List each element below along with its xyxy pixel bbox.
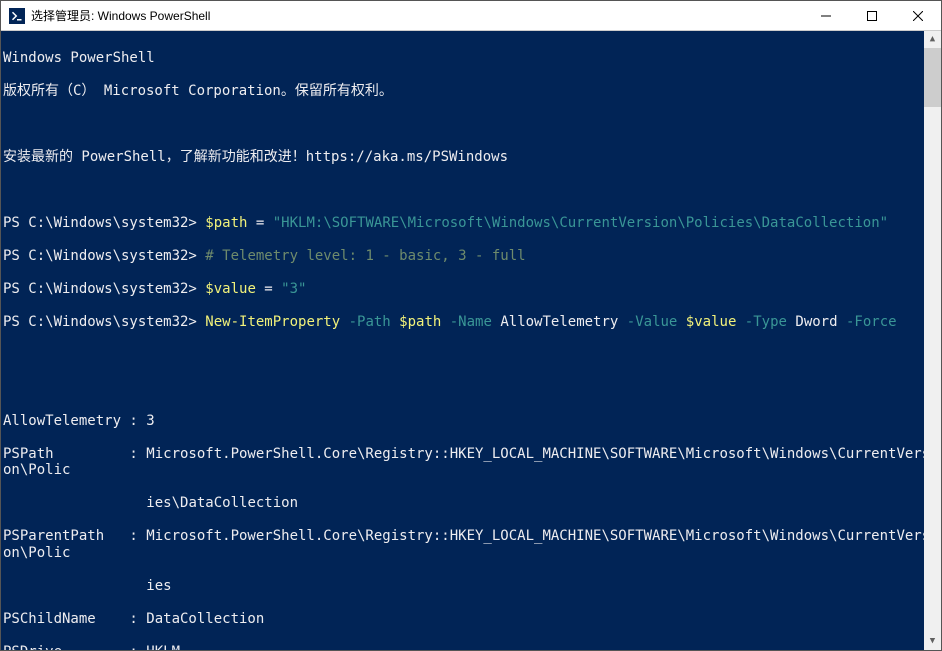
- param-token: -Path: [340, 314, 399, 330]
- header-line: 版权所有（C） Microsoft Corporation。保留所有权利。: [3, 83, 939, 100]
- var-token: $value: [205, 281, 256, 297]
- op-token: =: [247, 215, 272, 231]
- output-line: PSParentPath : Microsoft.PowerShell.Core…: [3, 528, 939, 561]
- scroll-track[interactable]: [924, 48, 941, 633]
- header-line: 安装最新的 PowerShell，了解新功能和改进！https://aka.ms…: [3, 149, 939, 166]
- output-line: ies\DataCollection: [3, 495, 939, 512]
- prompt: PS C:\Windows\system32>: [3, 281, 205, 297]
- scroll-down-icon[interactable]: ▼: [924, 633, 941, 650]
- scrollbar[interactable]: ▲ ▼: [924, 31, 941, 650]
- string-token: "3": [281, 281, 306, 297]
- value-token: Dword: [795, 314, 837, 330]
- var-token: $path: [205, 215, 247, 231]
- header-line: Windows PowerShell: [3, 50, 939, 67]
- string-token: "HKLM:\SOFTWARE\Microsoft\Windows\Curren…: [273, 215, 888, 231]
- output-line: PSDrive : HKLM: [3, 644, 939, 651]
- param-token: -Force: [838, 314, 897, 330]
- command-line: PS C:\Windows\system32> # Telemetry leve…: [3, 248, 939, 265]
- param-token: -Value: [618, 314, 685, 330]
- output-line: PSPath : Microsoft.PowerShell.Core\Regis…: [3, 446, 939, 479]
- cmdlet-token: New-ItemProperty: [205, 314, 340, 330]
- output-line: AllowTelemetry : 3: [3, 413, 939, 430]
- prompt: PS C:\Windows\system32>: [3, 248, 205, 264]
- minimize-button[interactable]: [803, 1, 849, 31]
- prompt: PS C:\Windows\system32>: [3, 314, 205, 330]
- blank-line: [3, 182, 939, 199]
- command-line: PS C:\Windows\system32> $value = "3": [3, 281, 939, 298]
- powershell-icon: [9, 8, 25, 24]
- comment-token: # Telemetry level: 1 - basic, 3 - full: [205, 248, 525, 264]
- blank-line: [3, 116, 939, 133]
- var-token: $path: [399, 314, 441, 330]
- scroll-thumb[interactable]: [924, 48, 941, 107]
- var-token: $value: [686, 314, 737, 330]
- output-line: PSChildName : DataCollection: [3, 611, 939, 628]
- blank-line: [3, 347, 939, 364]
- terminal-area[interactable]: Windows PowerShell 版权所有（C） Microsoft Cor…: [1, 31, 941, 650]
- maximize-button[interactable]: [849, 1, 895, 31]
- command-line: PS C:\Windows\system32> New-ItemProperty…: [3, 314, 939, 331]
- window-title: 选择管理员: Windows PowerShell: [31, 7, 210, 24]
- param-token: -Type: [736, 314, 795, 330]
- scroll-up-icon[interactable]: ▲: [924, 31, 941, 48]
- close-button[interactable]: [895, 1, 941, 31]
- command-line: PS C:\Windows\system32> $path = "HKLM:\S…: [3, 215, 939, 232]
- prompt: PS C:\Windows\system32>: [3, 215, 205, 231]
- powershell-window: 选择管理员: Windows PowerShell Windows PowerS…: [0, 0, 942, 651]
- output-line: ies: [3, 578, 939, 595]
- blank-line: [3, 380, 939, 397]
- value-token: AllowTelemetry: [500, 314, 618, 330]
- op-token: =: [256, 281, 281, 297]
- param-token: -Name: [441, 314, 500, 330]
- titlebar[interactable]: 选择管理员: Windows PowerShell: [1, 1, 941, 31]
